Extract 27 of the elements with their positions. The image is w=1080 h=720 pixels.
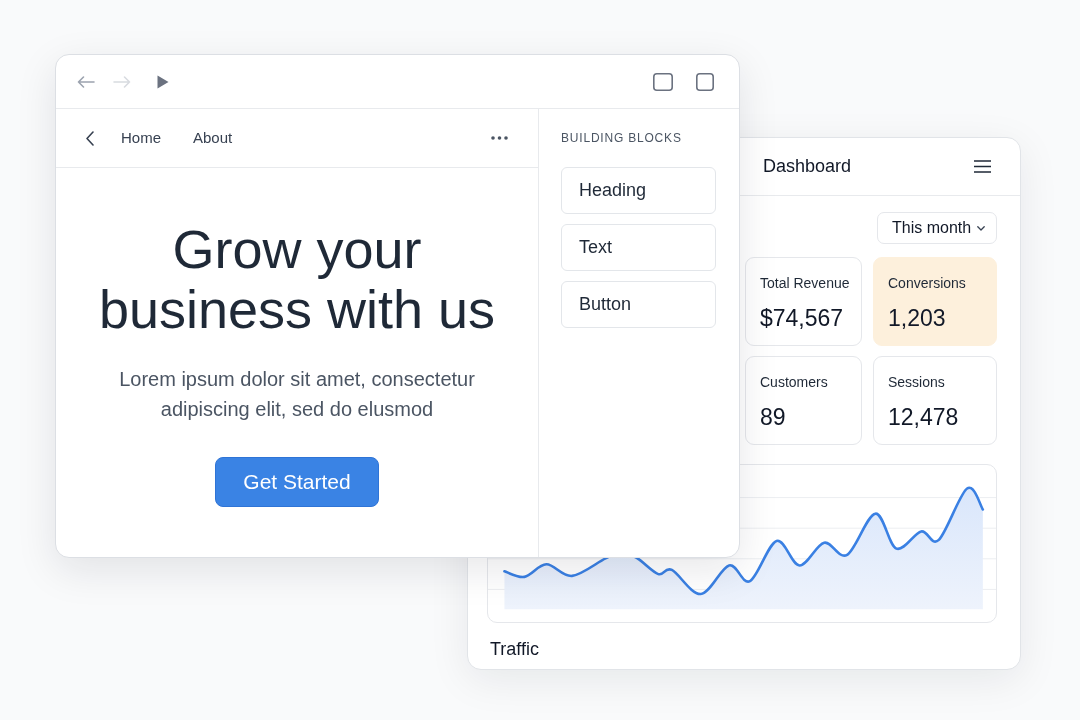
block-item[interactable]: Text [561,224,716,271]
play-icon[interactable] [157,74,169,89]
stat-value: 89 [760,403,787,431]
nav-link[interactable]: Home [121,126,161,150]
stat-label: Total Revenue [760,274,851,292]
sidebar-title: BUILDING BLOCKS [561,130,682,146]
chart-label: Traffic [490,638,539,661]
window-title: Dashboard [763,155,852,178]
get-started-button[interactable]: Get Started [215,457,379,507]
hero-heading: Grow your business with us [97,219,497,339]
hero-text: Lorem ipsum dolor sit amet, consectetur adipiscing elit, sed do elusmod [118,367,476,422]
stat-label: Customers [760,373,829,391]
stat-value: 1,203 [888,304,947,332]
block-item[interactable]: Heading [561,167,716,214]
menu-icon[interactable] [974,160,991,173]
more-icon[interactable] [491,136,508,140]
period-dropdown[interactable]: This month [877,212,997,244]
stat-value: 12,478 [888,403,960,431]
nav-link[interactable]: About [193,126,233,150]
stat-label: Sessions [888,373,946,391]
chevron-left-icon[interactable] [86,130,94,146]
square-icon[interactable] [653,72,673,91]
block-item[interactable]: Button [561,281,716,328]
stat-value: $74,567 [760,304,845,332]
square-icon[interactable] [696,72,714,91]
chevron-down-icon [977,225,985,231]
stat-label: Conversions [888,274,967,292]
